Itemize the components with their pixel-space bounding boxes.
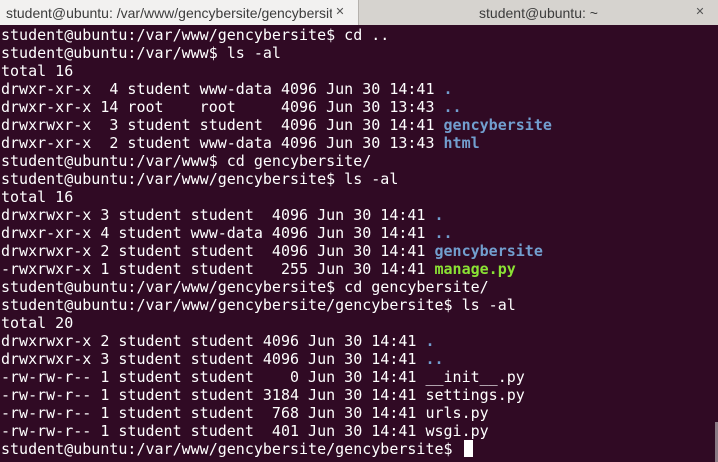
terminal-line: total 16	[1, 188, 74, 206]
terminal-line: student@ubuntu:/var/www/gencybersite$ ls…	[1, 170, 399, 188]
directory-name: ..	[434, 224, 453, 242]
listing-attributes: -rwxrwxr-x 1 student student 255 Jun 30 …	[1, 260, 435, 278]
terminal-line: total 20	[1, 314, 74, 332]
terminal-line: student@ubuntu:/var/www/gencybersite/gen…	[1, 296, 516, 314]
terminal-output[interactable]: student@ubuntu:/var/www/gencybersite$ cd…	[0, 26, 712, 462]
terminal-line: -rw-rw-r-- 1 student student 401 Jun 30 …	[1, 422, 489, 440]
listing-line: drwxrwxr-x 3 student student 4096 Jun 30…	[0, 116, 712, 134]
listing-attributes: drwxr-xr-x 2 student www-data 4096 Jun 3…	[1, 134, 444, 152]
prompt-line: student@ubuntu:/var/www/gencybersite/gen…	[0, 440, 712, 458]
directory-name: gencybersite	[434, 242, 543, 260]
text-cursor	[463, 440, 473, 457]
terminal-line: student@ubuntu:/var/www/gencybersite$ cd…	[1, 278, 489, 296]
directory-name: gencybersite	[443, 116, 552, 134]
listing-attributes: drwxrwxr-x 3 student student 4096 Jun 30…	[1, 206, 435, 224]
terminal-line: -rw-rw-r-- 1 student student 768 Jun 30 …	[1, 404, 489, 422]
tab-gencybersite[interactable]: student@ubuntu: /var/www/gencybersite/ge…	[0, 0, 359, 25]
directory-name: ..	[443, 98, 462, 116]
terminal-window: student@ubuntu: /var/www/gencybersite/ge…	[0, 0, 718, 462]
listing-attributes: drwxr-xr-x 4 student www-data 4096 Jun 3…	[1, 80, 444, 98]
prompt-text: student@ubuntu:/var/www/gencybersite/gen…	[1, 440, 462, 458]
tab-label: student@ubuntu: /var/www/gencybersite/ge…	[6, 4, 332, 21]
listing-line: drwxr-xr-x 14 root root 4096 Jun 30 13:4…	[0, 98, 712, 116]
listing-line: -rwxrwxr-x 1 student student 255 Jun 30 …	[0, 260, 712, 278]
listing-attributes: drwxrwxr-x 2 student student 4096 Jun 30…	[1, 242, 435, 260]
listing-line: drwxrwxr-x 2 student student 4096 Jun 30…	[0, 242, 712, 260]
directory-name: ..	[425, 350, 444, 368]
listing-line: drwxrwxr-x 3 student student 4096 Jun 30…	[0, 350, 712, 368]
listing-attributes: drwxrwxr-x 2 student student 4096 Jun 30…	[1, 332, 426, 350]
executable-name: manage.py	[434, 260, 516, 278]
terminal-line: student@ubuntu:/var/www$ ls -al	[1, 44, 281, 62]
listing-attributes: drwxr-xr-x 4 student www-data 4096 Jun 3…	[1, 224, 435, 242]
directory-name: .	[434, 206, 444, 224]
directory-name: .	[443, 80, 453, 98]
scrollbar[interactable]	[713, 26, 718, 462]
close-tab-icon[interactable]: ✕	[332, 4, 348, 20]
terminal-line: total 16	[1, 62, 74, 80]
tab-bar: student@ubuntu: /var/www/gencybersite/ge…	[0, 0, 718, 25]
tab-home[interactable]: student@ubuntu: ~ ✕	[359, 0, 718, 25]
listing-attributes: drwxrwxr-x 3 student student 4096 Jun 30…	[1, 116, 444, 134]
terminal-line: student@ubuntu:/var/www/gencybersite$ cd…	[1, 26, 390, 44]
listing-attributes: drwxrwxr-x 3 student student 4096 Jun 30…	[1, 350, 426, 368]
terminal-line: -rw-rw-r-- 1 student student 0 Jun 30 14…	[1, 368, 525, 386]
directory-name: .	[425, 332, 435, 350]
listing-line: drwxr-xr-x 2 student www-data 4096 Jun 3…	[0, 134, 712, 152]
listing-line: drwxrwxr-x 3 student student 4096 Jun 30…	[0, 206, 712, 224]
tab-label: student@ubuntu: ~	[479, 4, 598, 21]
listing-attributes: drwxr-xr-x 14 root root 4096 Jun 30 13:4…	[1, 98, 444, 116]
close-tab-icon[interactable]: ✕	[692, 4, 708, 20]
directory-name: html	[443, 134, 480, 152]
listing-line: drwxrwxr-x 2 student student 4096 Jun 30…	[0, 332, 712, 350]
terminal-line: student@ubuntu:/var/www$ cd gencybersite…	[1, 152, 372, 170]
terminal-line: -rw-rw-r-- 1 student student 3184 Jun 30…	[1, 386, 525, 404]
listing-line: drwxr-xr-x 4 student www-data 4096 Jun 3…	[0, 80, 712, 98]
listing-line: drwxr-xr-x 4 student www-data 4096 Jun 3…	[0, 224, 712, 242]
